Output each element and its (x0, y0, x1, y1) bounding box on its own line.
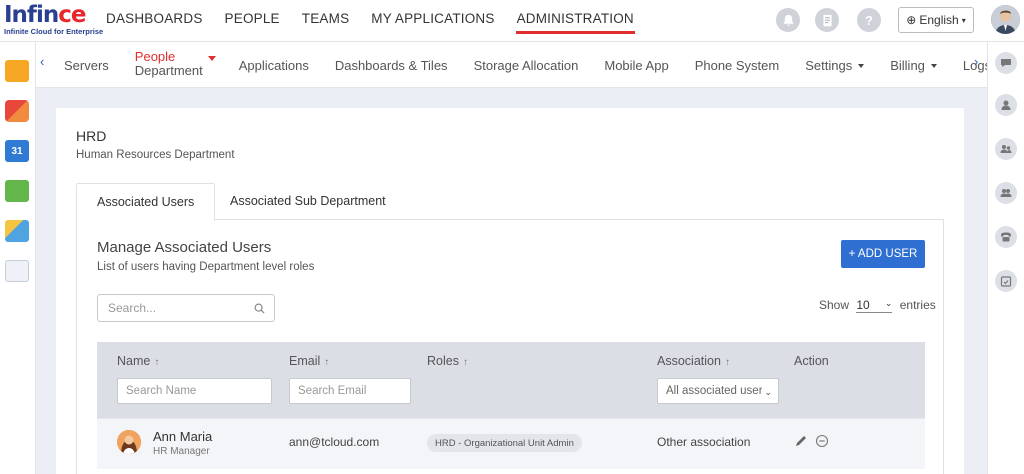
language-selector[interactable]: ⊕ English ▾ (898, 7, 974, 33)
subnav-billing[interactable]: Billing (890, 58, 937, 73)
subnav-settings[interactable]: Settings (805, 58, 864, 73)
role-badge: HRD - Organizational Unit Admin (427, 434, 582, 452)
search-input[interactable]: Search... (97, 294, 275, 322)
table-header: Name ↑ Email ↑ Roles ↑ Association ↑ Action … (97, 342, 925, 418)
help-icon[interactable]: ? (857, 8, 881, 32)
section-subtitle: List of users having Department level ro… (97, 261, 315, 273)
tasks-app-icon[interactable] (5, 180, 29, 202)
phone-icon[interactable] (995, 226, 1017, 248)
folder-app-icon[interactable] (5, 60, 29, 82)
logo-wordmark: Infince (4, 2, 86, 28)
chat-icon[interactable] (995, 52, 1017, 74)
edit-icon[interactable] (794, 434, 808, 448)
chevron-down-icon: ⌄ (762, 387, 772, 398)
col-roles-header[interactable]: Roles ↑ (427, 354, 468, 368)
department-tabs: Associated Users Associated Sub Departme… (76, 183, 944, 221)
calendar-app-icon[interactable]: 31 (5, 140, 29, 162)
subnav-phone-system[interactable]: Phone System (695, 58, 780, 73)
nav-my-applications[interactable]: MY APPLICATIONS (371, 0, 494, 42)
name-filter-input[interactable]: Search Name (117, 378, 272, 404)
mail-app-icon[interactable] (5, 100, 29, 122)
col-email-header[interactable]: Email ↑ (289, 354, 329, 368)
logo-tagline: Infinite Cloud for Enterprise (4, 27, 104, 36)
entries-label: entries (899, 298, 936, 312)
subnav-applications[interactable]: Applications (239, 58, 309, 73)
department-description: Human Resources Department (76, 149, 235, 161)
user-icon[interactable] (995, 94, 1017, 116)
nav-people[interactable]: PEOPLE (225, 0, 280, 42)
right-rail (987, 42, 1024, 474)
user-group-icon[interactable] (995, 138, 1017, 160)
nav-teams[interactable]: TEAMS (302, 0, 350, 42)
scroll-left-icon[interactable]: ‹ (40, 54, 44, 69)
association-value: Other association (657, 435, 751, 449)
main-nav: DASHBOARDS PEOPLE TEAMS MY APPLICATIONS … (106, 0, 656, 42)
show-label: Show (819, 298, 850, 312)
subnav-dashboards-tiles[interactable]: Dashboards & Tiles (335, 58, 448, 73)
entries-select[interactable]: 10 ⌄ (856, 298, 893, 313)
col-name-header[interactable]: Name ↑ (117, 354, 159, 368)
col-association-header[interactable]: Association ↑ (657, 354, 730, 368)
col-action-header: Action (794, 354, 829, 368)
user-title: HR Manager (153, 446, 210, 457)
calendar-check-icon[interactable] (995, 270, 1017, 292)
user-name[interactable]: Ann Maria (153, 429, 212, 444)
left-app-rail: 31 (0, 42, 36, 474)
document-app-icon[interactable] (5, 260, 29, 282)
scroll-right-icon[interactable]: › (974, 54, 978, 69)
task-icon[interactable] (815, 8, 839, 32)
department-name: HRD (76, 128, 107, 144)
language-label: English (919, 13, 959, 27)
search-placeholder: Search... (108, 301, 157, 315)
search-icon (254, 303, 265, 314)
nav-dashboards[interactable]: DASHBOARDS (106, 0, 203, 42)
user-email: ann@tcloud.com (289, 435, 380, 449)
entries-length-control: Show 10 ⌄ entries (819, 298, 936, 313)
photos-app-icon[interactable] (5, 220, 29, 242)
table-row: Ann Maria HR Manager ann@tcloud.com HRD … (97, 418, 925, 469)
remove-icon[interactable] (815, 434, 829, 448)
top-bar: Infince Infinite Cloud for Enterprise DA… (0, 0, 1024, 42)
section-title: Manage Associated Users (97, 239, 272, 256)
nav-administration[interactable]: ADMINISTRATION (515, 0, 636, 42)
infince-logo[interactable]: Infince Infinite Cloud for Enterprise (4, 3, 104, 39)
subnav-storage-allocation[interactable]: Storage Allocation (474, 58, 579, 73)
avatar (117, 430, 141, 454)
caret-down-icon (207, 56, 216, 61)
bell-icon[interactable] (776, 8, 800, 32)
globe-icon: ⊕ (906, 13, 917, 27)
subnav-mobile-app[interactable]: Mobile App (604, 58, 668, 73)
sub-nav: ‹ Servers People Department Applications… (36, 42, 991, 88)
tab-associated-sub-department[interactable]: Associated Sub Department (210, 183, 406, 220)
email-filter-input[interactable]: Search Email (289, 378, 411, 404)
department-card: HRD Human Resources Department Associate… (56, 108, 964, 474)
subnav-servers[interactable]: Servers (64, 58, 109, 73)
tab-associated-users[interactable]: Associated Users (76, 183, 216, 221)
add-user-button[interactable]: + ADD USER (841, 240, 925, 268)
user-avatar[interactable] (991, 5, 1020, 34)
association-filter-select[interactable]: All associated users ⌄ (657, 378, 779, 404)
chevron-down-icon: ▾ (961, 15, 966, 25)
subnav-people-department[interactable]: People Department (135, 50, 216, 78)
team-icon[interactable] (995, 182, 1017, 204)
associated-users-panel: Manage Associated Users List of users ha… (76, 220, 944, 474)
